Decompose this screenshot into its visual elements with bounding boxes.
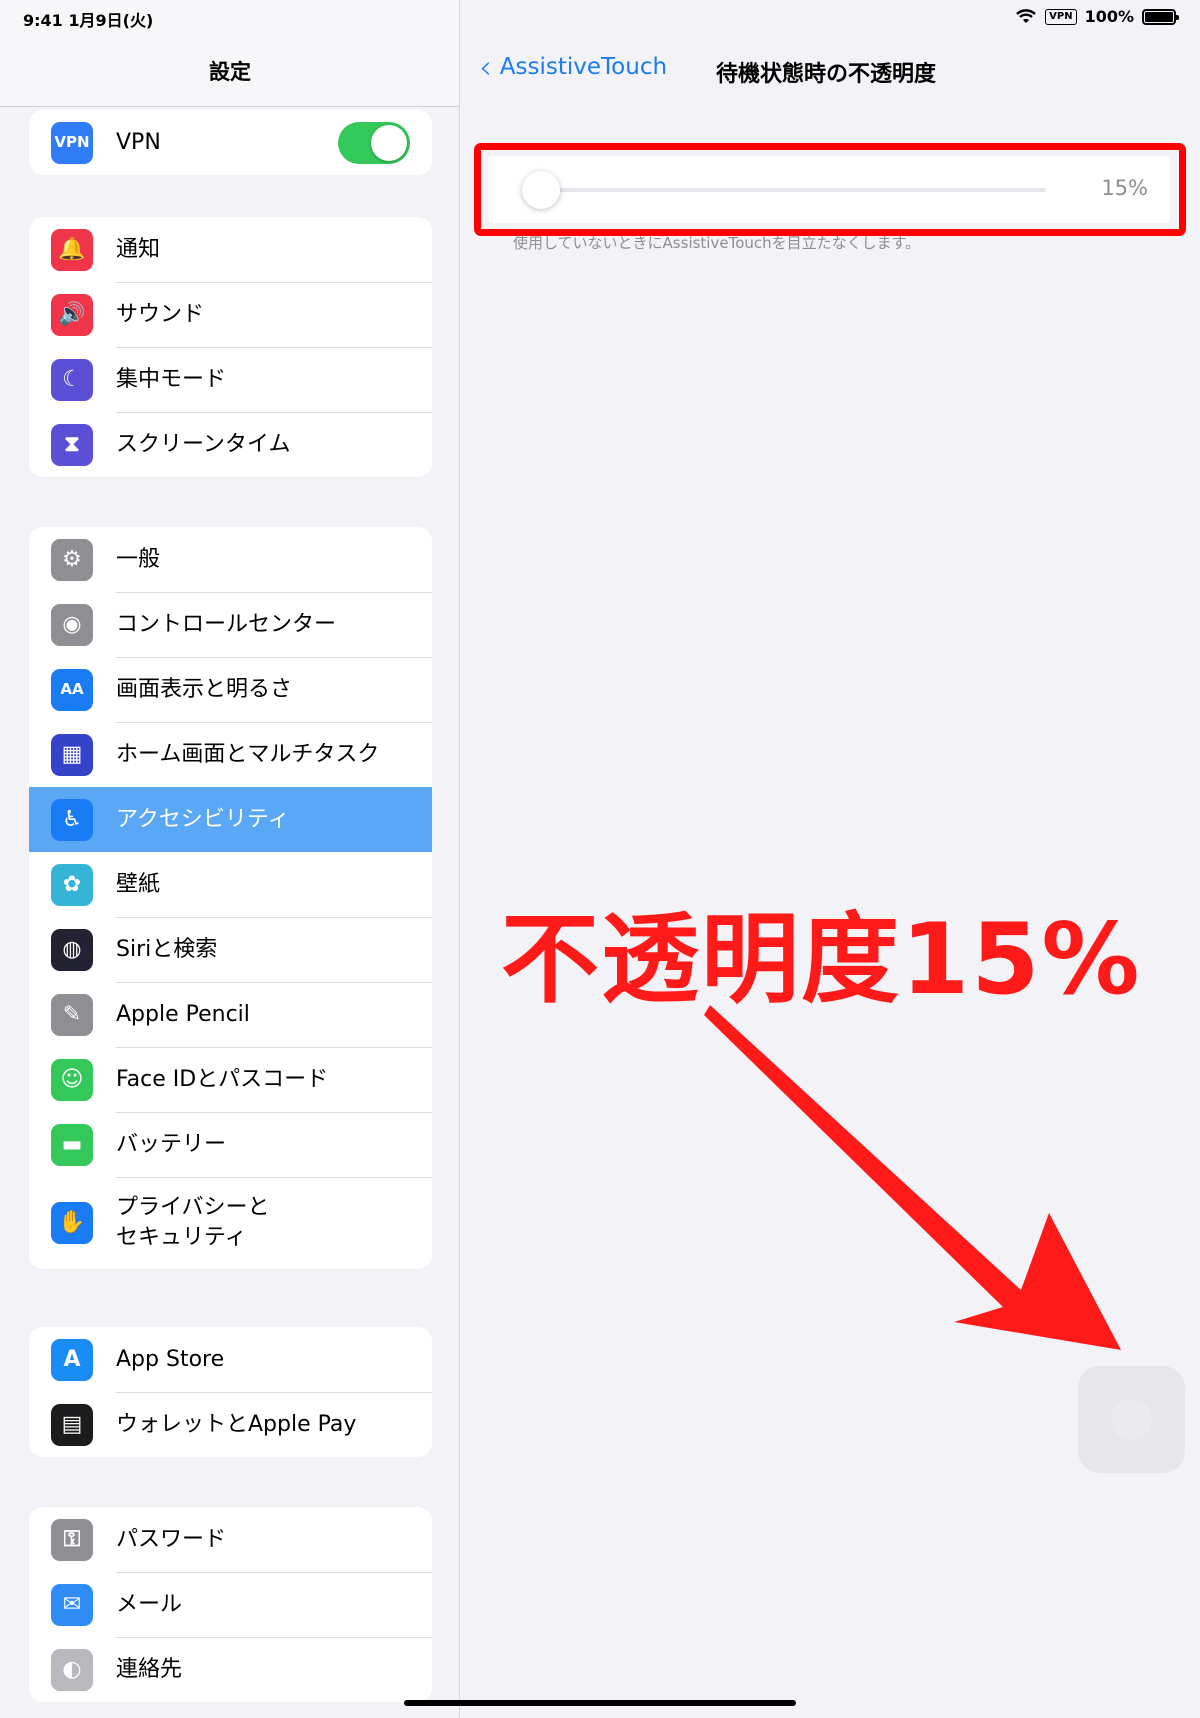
- sidebar-item-label: 集中モード: [116, 366, 227, 392]
- sidebar-item[interactable]: A App Store: [29, 1327, 432, 1392]
- battery-percent: 100%: [1084, 7, 1134, 26]
- settings-group: VPN VPN: [29, 110, 432, 175]
- sidebar-item[interactable]: 🔊 サウンド: [29, 282, 432, 347]
- gear-icon: ⚙: [51, 538, 93, 581]
- sidebar-item-label: 壁紙: [116, 871, 161, 897]
- wallet-icon: ▤: [51, 1403, 93, 1446]
- sidebar-item[interactable]: ◉ コントロールセンター: [29, 592, 432, 657]
- assistivetouch-ring-icon: [1111, 1399, 1152, 1440]
- sidebar-item[interactable]: ⚙ 一般: [29, 527, 432, 592]
- sidebar-item[interactable]: ✉ メール: [29, 1572, 432, 1637]
- sidebar-item-label: Siriと検索: [116, 936, 218, 962]
- sidebar-item[interactable]: ▦ ホーム画面とマルチタスク: [29, 722, 432, 787]
- pencil-icon: ✎: [51, 993, 93, 1036]
- sidebar-item-label: ウォレットとApple Pay: [116, 1411, 357, 1437]
- sidebar-item-label: プライバシーと セキュリティ: [116, 1195, 270, 1250]
- sidebar-item-label: サウンド: [116, 301, 205, 327]
- sidebar-item[interactable]: ☺ Face IDとパスコード: [29, 1047, 432, 1112]
- speaker-icon: 🔊: [51, 293, 93, 336]
- sidebar-item[interactable]: ▬ バッテリー: [29, 1112, 432, 1177]
- sidebar-item-label: App Store: [116, 1346, 225, 1372]
- back-button[interactable]: ‹ AssistiveTouch: [479, 48, 668, 86]
- sidebar-item[interactable]: ✎ Apple Pencil: [29, 982, 432, 1047]
- sidebar-item-label: バッテリー: [116, 1131, 227, 1157]
- opacity-annotation: 不透明度15%: [501, 903, 1142, 1017]
- sidebar-item[interactable]: ♿ アクセシビリティ: [29, 787, 432, 852]
- sidebar-item[interactable]: 🔔 通知: [29, 217, 432, 282]
- sidebar-item[interactable]: VPN VPN: [29, 110, 432, 175]
- battery-icon: [1142, 8, 1179, 25]
- sidebar-item-label: ホーム画面とマルチタスク: [116, 741, 380, 767]
- settings-group: A App Store ▤ ウォレットとApple Pay: [29, 1327, 432, 1457]
- sidebar-item-label: アクセシビリティ: [116, 806, 290, 832]
- highlight-box: [474, 143, 1186, 236]
- vpn-toggle[interactable]: [338, 121, 410, 164]
- sidebar-item[interactable]: ◐ 連絡先: [29, 1637, 432, 1702]
- hourglass-icon: ⧗: [51, 423, 93, 466]
- sidebar-item-label: Apple Pencil: [116, 1001, 250, 1027]
- bell-icon: 🔔: [51, 228, 93, 271]
- sidebar-title: 設定: [209, 60, 251, 84]
- grid-icon: ▦: [51, 733, 93, 776]
- face-id-icon: ☺: [51, 1058, 93, 1101]
- settings-group: ⚙ 一般 ◉ コントロールセンター AA 画面表示と明るさ ▦ ホーム画面とマルチタスク ♿ アク…: [29, 527, 432, 1269]
- sidebar-header: 9:41 1月9日(火) 設定: [0, 0, 459, 107]
- key-icon: ⚿: [51, 1518, 93, 1561]
- sidebar-item-label: スクリーンタイム: [116, 431, 291, 457]
- status-indicators: VPN 100%: [1015, 7, 1179, 26]
- flower-icon: ✿: [51, 863, 93, 906]
- sidebar-item[interactable]: ⧗ スクリーンタイム: [29, 412, 432, 477]
- app-store-icon: A: [51, 1338, 93, 1381]
- back-label: AssistiveTouch: [499, 54, 668, 80]
- text-size-icon: AA: [51, 668, 93, 711]
- sidebar-item[interactable]: ▤ ウォレットとApple Pay: [29, 1392, 432, 1457]
- vpn-status-badge: VPN: [1045, 8, 1077, 25]
- page-title: 待機状態時の不透明度: [716, 62, 937, 87]
- wifi-icon: [1016, 8, 1036, 23]
- sidebar-item[interactable]: ✋ プライバシーと セキュリティ: [29, 1177, 432, 1269]
- sidebar-item[interactable]: ◍ Siriと検索: [29, 917, 432, 982]
- hand-icon: ✋: [51, 1202, 93, 1244]
- settings-group: ⚿ パスワード ✉ メール ◐ 連絡先: [29, 1507, 432, 1702]
- sidebar-item[interactable]: AA 画面表示と明るさ: [29, 657, 432, 722]
- sidebar-item[interactable]: ☾ 集中モード: [29, 347, 432, 412]
- contacts-icon: ◐: [51, 1648, 93, 1691]
- sidebar-item-label: 画面表示と明るさ: [116, 676, 293, 702]
- detail-pane: VPN 100% ‹ AssistiveTouch 待機状態時の不透明度 15%…: [461, 0, 1200, 1718]
- battery-icon: ▬: [51, 1123, 93, 1166]
- settings-group: 🔔 通知 🔊 サウンド ☾ 集中モード ⧗ スクリーンタイム: [29, 217, 432, 477]
- toggles-icon: ◉: [51, 603, 93, 646]
- accessibility-icon: ♿: [51, 798, 93, 841]
- sidebar-item-label: Face IDとパスコード: [116, 1066, 329, 1092]
- slider-footnote: 使用していないときにAssistiveTouchを目立たなくします。: [513, 234, 921, 252]
- siri-icon: ◍: [51, 928, 93, 971]
- status-time: 9:41 1月9日(火): [23, 11, 154, 30]
- sidebar-item-label: メール: [116, 1591, 183, 1617]
- sidebar-item-label: VPN: [116, 129, 161, 155]
- settings-sidebar: 9:41 1月9日(火) 設定 VPN VPN 🔔 通知 🔊 サウンド ☾ 集中モード ⧗ スクリ…: [0, 0, 460, 1718]
- sidebar-item-label: コントロールセンター: [116, 611, 337, 637]
- home-indicator: [404, 1700, 796, 1706]
- sidebar-item[interactable]: ⚿ パスワード: [29, 1507, 432, 1572]
- vpn-icon: VPN: [51, 121, 93, 164]
- moon-icon: ☾: [51, 358, 93, 401]
- mail-icon: ✉: [51, 1583, 93, 1626]
- sidebar-item[interactable]: ✿ 壁紙: [29, 852, 432, 917]
- assistivetouch-button[interactable]: [1078, 1366, 1185, 1473]
- chevron-left-icon: ‹: [479, 48, 492, 86]
- sidebar-item-label: パスワード: [116, 1526, 227, 1552]
- sidebar-item-label: 通知: [116, 236, 161, 262]
- sidebar-item-label: 連絡先: [116, 1656, 183, 1682]
- sidebar-item-label: 一般: [116, 546, 161, 572]
